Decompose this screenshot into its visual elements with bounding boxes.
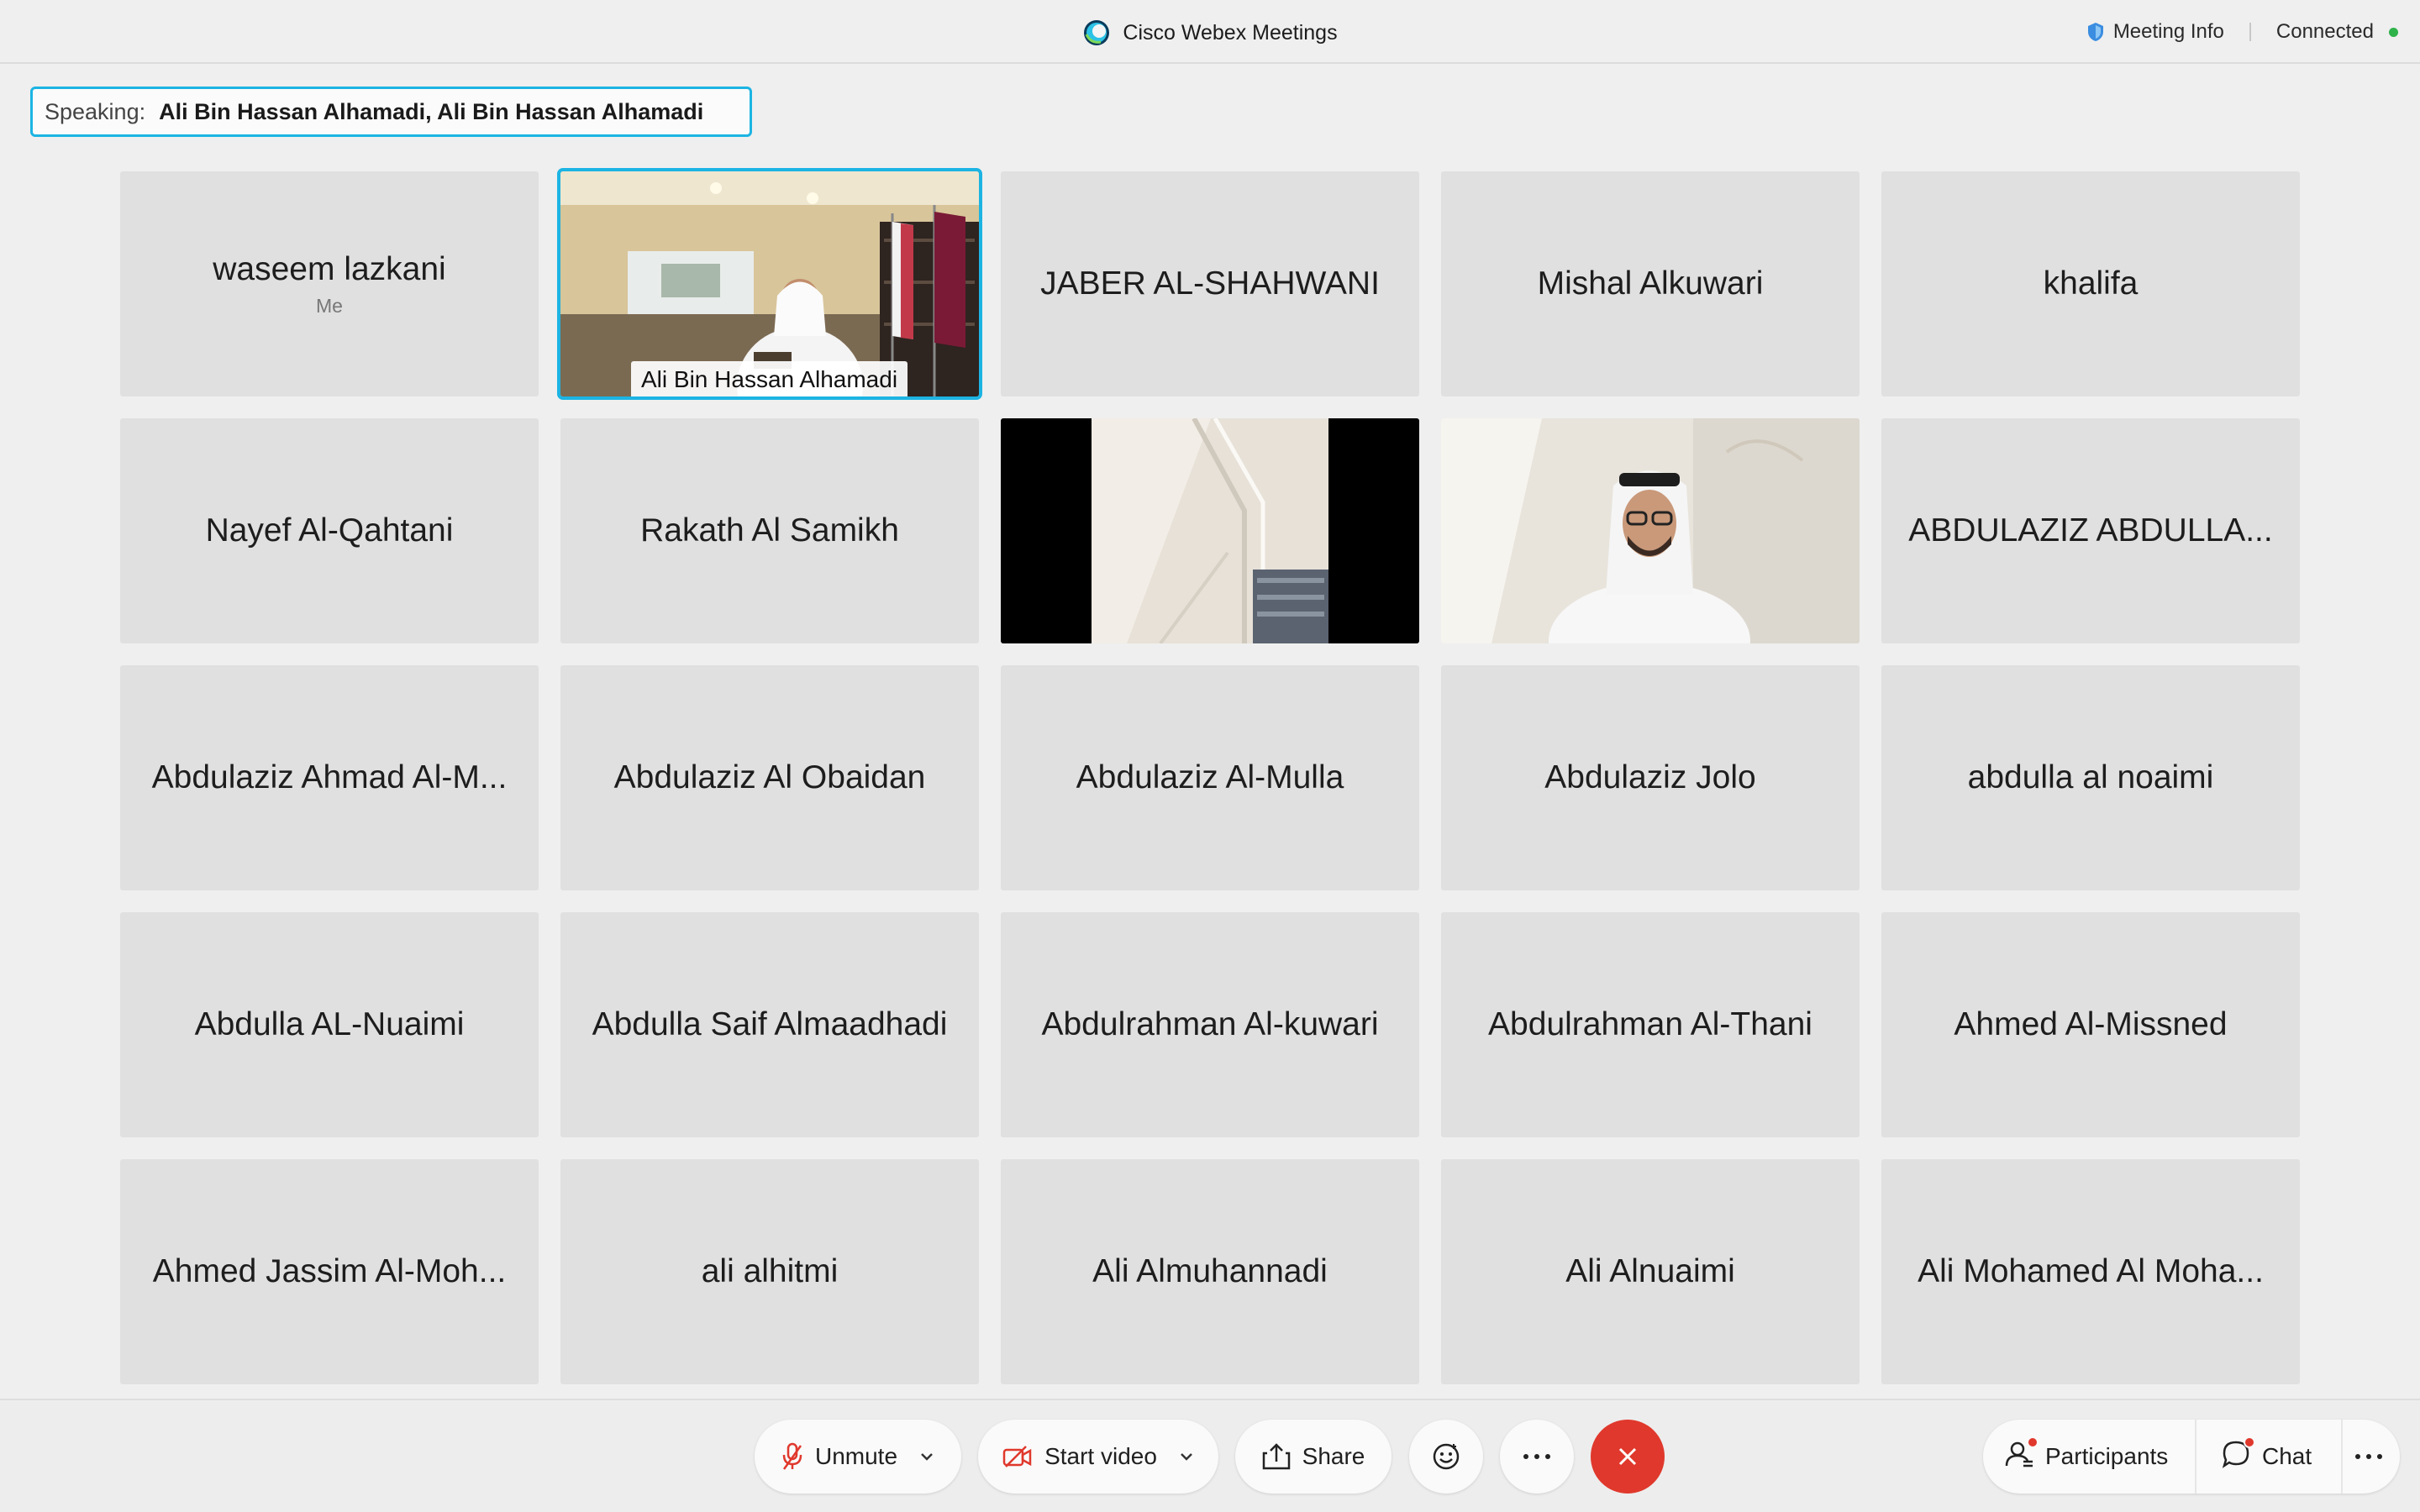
participant-tile[interactable]: Abdulla Saif Almaadhadi (560, 912, 979, 1137)
mic-muted-icon (782, 1442, 802, 1470)
participant-name: JABER AL-SHAHWANI (1040, 265, 1380, 302)
panel-toggle-group: Participants Chat (1983, 1420, 2400, 1494)
close-icon (1618, 1447, 1637, 1466)
participant-name: ali alhitmi (701, 1253, 839, 1289)
chevron-down-icon[interactable] (919, 1452, 934, 1462)
participant-name: Mishal Alkuwari (1537, 265, 1764, 302)
participant-tile[interactable]: Ali Mohamed Al Moha... (1881, 1159, 2300, 1384)
participant-name: waseem lazkani (213, 250, 446, 287)
participant-tile[interactable]: Ahmed Jassim Al-Moh... (120, 1159, 539, 1384)
connection-status-dot-icon (2389, 27, 2398, 37)
share-icon (1262, 1443, 1290, 1470)
participant-tile[interactable]: Ahmed Al-Missned (1881, 912, 2300, 1137)
participant-tile-video-active-speaker[interactable]: Ali Bin Hassan Alhamadi (557, 168, 982, 400)
participant-tile[interactable]: abdulla al noaimi (1881, 665, 2300, 890)
more-icon (1523, 1454, 1550, 1459)
participant-name: Abdulrahman Al-Thani (1488, 1006, 1812, 1042)
participant-tile[interactable]: Abdulaziz Ahmad Al-M... (120, 665, 539, 890)
participants-label: Participants (2045, 1443, 2169, 1469)
panel-divider (2195, 1420, 2196, 1494)
chevron-down-icon[interactable] (1179, 1452, 1194, 1462)
participant-tile[interactable]: khalifa (1881, 171, 2300, 396)
participant-name: Ali Alnuaimi (1565, 1253, 1735, 1289)
participant-name: Ahmed Al-Missned (1954, 1006, 2228, 1042)
end-meeting-button[interactable] (1591, 1420, 1665, 1494)
participant-name: Abdulla Saif Almaadhadi (592, 1006, 948, 1042)
meeting-controls-bar: Unmute Start video Share Participants Ch… (0, 1399, 2420, 1512)
participant-tile-video[interactable] (1001, 418, 1419, 643)
chat-button[interactable]: Chat (2222, 1420, 2312, 1494)
participant-name: Abdulaziz Jolo (1544, 759, 1756, 795)
participant-tile[interactable]: Rakath Al Samikh (560, 418, 979, 643)
shield-info-icon (2087, 23, 2103, 41)
participant-name: Abdulaziz Ahmad Al-M... (151, 759, 508, 795)
participants-button[interactable]: Participants (2005, 1420, 2168, 1494)
title-status-area: Meeting Info Connected (2086, 20, 2398, 44)
more-options-button[interactable] (1500, 1420, 1574, 1494)
participant-tile[interactable]: Abdulla AL-Nuaimi (120, 912, 539, 1137)
participant-tile[interactable]: ali alhitmi (560, 1159, 979, 1384)
title-bar: Cisco Webex Meetings Meeting Info Connec… (0, 0, 2420, 64)
smiley-icon (1433, 1443, 1460, 1470)
speaking-names: Ali Bin Hassan Alhamadi, Ali Bin Hassan … (159, 98, 704, 124)
participant-tile[interactable]: Abdulrahman Al-kuwari (1001, 912, 1419, 1137)
unmute-label: Unmute (814, 1443, 898, 1469)
chat-label: Chat (2262, 1443, 2312, 1469)
notification-badge (2244, 1436, 2255, 1448)
participant-tile[interactable]: waseem lazkani Me (120, 171, 539, 396)
app-title-text: Cisco Webex Meetings (1123, 20, 1338, 45)
participant-tile[interactable]: Mishal Alkuwari (1441, 171, 1860, 396)
participant-grid: waseem lazkani Me Ali Bin Hassan Alhamad… (120, 168, 2300, 1384)
chat-icon-wrap (2222, 1436, 2255, 1474)
participant-name: Nayef Al-Qahtani (205, 512, 454, 549)
start-video-label: Start video (1044, 1443, 1157, 1469)
participant-tile[interactable]: Abdulaziz Al-Mulla (1001, 665, 1419, 890)
participant-tile[interactable]: Ali Alnuaimi (1441, 1159, 1860, 1384)
speaking-indicator: Speaking: Ali Bin Hassan Alhamadi, Ali B… (30, 87, 752, 137)
video-off-icon (1002, 1446, 1032, 1467)
reactions-button[interactable] (1409, 1420, 1483, 1494)
app-title: Cisco Webex Meetings (0, 18, 2420, 47)
share-label: Share (1302, 1443, 1365, 1469)
webex-meeting-window: Cisco Webex Meetings Meeting Info Connec… (0, 0, 2420, 1512)
title-divider (2249, 23, 2251, 41)
participant-tile[interactable]: Nayef Al-Qahtani (120, 418, 539, 643)
participant-name: Ali Mohamed Al Moha... (1918, 1253, 2264, 1289)
notification-badge (2027, 1436, 2039, 1448)
participants-icon-wrap (2005, 1436, 2039, 1474)
meeting-info-label: Meeting Info (2112, 20, 2224, 43)
participant-name: Abdulaziz Al-Mulla (1076, 759, 1344, 795)
panel-more-button[interactable] (2354, 1420, 2383, 1494)
participant-name: Ali Almuhannadi (1092, 1253, 1328, 1289)
meeting-info-button[interactable]: Meeting Info (2086, 20, 2224, 44)
participant-name: abdulla al noaimi (1967, 759, 2214, 795)
share-button[interactable]: Share (1235, 1420, 1392, 1494)
participant-video-feed (1001, 418, 1419, 643)
participant-video-feed (1441, 418, 1860, 643)
participant-name: Ahmed Jassim Al-Moh... (152, 1253, 507, 1289)
panel-divider (2341, 1420, 2343, 1494)
participant-name: Rakath Al Samikh (640, 512, 899, 549)
participant-me-label: Me (316, 294, 343, 317)
participant-tile[interactable]: JABER AL-SHAHWANI (1001, 171, 1419, 396)
participant-name: Ali Bin Hassan Alhamadi (631, 361, 908, 396)
participant-name: khalifa (2043, 265, 2139, 302)
participant-name: Abdulla AL-Nuaimi (194, 1006, 465, 1042)
participant-tile-video[interactable] (1441, 418, 1860, 643)
participant-name: ABDULAZIZ ABDULLA... (1908, 512, 2273, 549)
more-icon (2355, 1454, 2382, 1459)
unmute-button[interactable]: Unmute (755, 1420, 961, 1494)
speaking-label: Speaking: (45, 98, 146, 124)
webex-logo-icon (1084, 20, 1110, 45)
participant-tile[interactable]: Abdulrahman Al-Thani (1441, 912, 1860, 1137)
start-video-button[interactable]: Start video (978, 1420, 1218, 1494)
participant-tile[interactable]: Ali Almuhannadi (1001, 1159, 1419, 1384)
participant-name: Abdulaziz Al Obaidan (613, 759, 926, 795)
connection-status-text: Connected (2275, 20, 2374, 43)
participant-tile[interactable]: Abdulaziz Jolo (1441, 665, 1860, 890)
participant-tile[interactable]: ABDULAZIZ ABDULLA... (1881, 418, 2300, 643)
participant-tile[interactable]: Abdulaziz Al Obaidan (560, 665, 979, 890)
participant-name: Abdulrahman Al-kuwari (1041, 1006, 1379, 1042)
